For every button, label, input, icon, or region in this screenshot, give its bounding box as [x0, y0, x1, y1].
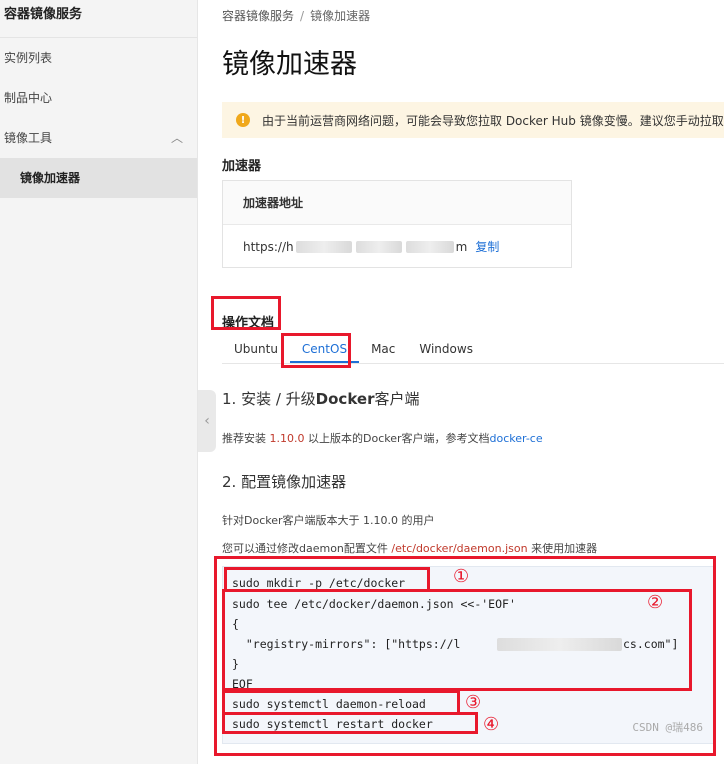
app: 容器镜像服务 实例列表 制品中心 镜像工具 ︿ 镜像加速器 ‹ 容器镜像服务 / 镜… — [0, 0, 724, 764]
daemon-json-path: /etc/docker/daemon.json — [391, 542, 528, 555]
step1-heading-rest: 客户端 — [374, 390, 420, 408]
step2-line2: 您可以通过修改daemon配置文件 /etc/docker/daemon.jso… — [222, 540, 597, 556]
sidebar: 容器镜像服务 实例列表 制品中心 镜像工具 ︿ 镜像加速器 — [0, 0, 198, 764]
copy-link[interactable]: 复制 — [475, 238, 499, 255]
annotation-number-3: ③ — [465, 692, 482, 713]
step2-line2-pre: 您可以通过修改daemon配置文件 — [222, 542, 392, 555]
breadcrumb-current: 镜像加速器 — [310, 9, 371, 23]
accelerator-address-row: https://h m 复制 — [223, 225, 571, 268]
sidebar-collapse-handle[interactable]: ‹ — [198, 390, 216, 452]
annotation-number-2: ② — [647, 592, 664, 613]
step1-text-pre: 推荐安装 — [222, 432, 270, 445]
sidebar-title: 容器镜像服务 — [0, 0, 197, 38]
step2-line1: 针对Docker客户端版本大于 1.10.0 的用户 — [222, 514, 435, 527]
accelerator-card: 加速器地址 https://h m 复制 — [222, 180, 572, 268]
step1-text-mid: 以上版本的Docker客户端，参考文档 — [304, 432, 490, 445]
accelerator-url-prefix: https://h — [243, 239, 294, 254]
sidebar-item-instances[interactable]: 实例列表 — [0, 38, 197, 78]
accelerator-url-suffix: m — [455, 239, 468, 254]
sidebar-item-label: 制品中心 — [4, 91, 53, 105]
annotation-number-4: ④ — [483, 714, 500, 735]
breadcrumb-root[interactable]: 容器镜像服务 — [222, 9, 294, 23]
page-title: 镜像加速器 — [222, 49, 357, 80]
sidebar-item-label: 镜像加速器 — [20, 171, 81, 185]
sidebar-group-image-tools[interactable]: 镜像工具 ︿ — [0, 118, 197, 158]
annotation-box-centos-tab — [281, 333, 351, 368]
accelerator-section-label: 加速器 — [222, 159, 262, 174]
accelerator-card-header: 加速器地址 — [223, 181, 571, 225]
tab-mac[interactable]: Mac — [359, 336, 407, 363]
step1-heading-bold: Docker — [315, 390, 375, 408]
chevron-left-icon: ‹ — [204, 413, 210, 429]
breadcrumb: 容器镜像服务 / 镜像加速器 — [222, 7, 370, 24]
warning-icon: ! — [236, 113, 250, 127]
warning-alert: ! 由于当前运营商网络问题，可能会导致您拉取 Docker Hub 镜像变慢。建… — [222, 102, 724, 138]
sidebar-item-artifacts[interactable]: 制品中心 — [0, 78, 197, 118]
annotation-box-step-2 — [222, 589, 692, 691]
sidebar-item-label: 镜像工具 — [4, 131, 53, 145]
step1-text: 推荐安装 1.10.0 以上版本的Docker客户端，参考文档docker-ce — [222, 430, 543, 446]
tab-ubuntu[interactable]: Ubuntu — [222, 336, 290, 363]
annotation-box-docs-label — [211, 296, 281, 330]
alert-text: 由于当前运营商网络问题，可能会导致您拉取 Docker Hub 镜像变慢。建议您… — [262, 113, 724, 128]
redacted-block — [295, 240, 352, 253]
step1-heading: 1. 安装 / 升级Docker客户端 — [222, 388, 419, 409]
sidebar-item-label: 实例列表 — [4, 51, 53, 65]
step2-line2-post: 来使用加速器 — [527, 542, 598, 555]
redacted-block — [405, 240, 454, 253]
docker-ce-link[interactable]: docker-ce — [490, 432, 543, 445]
redacted-block — [355, 240, 402, 253]
step2-heading: 2. 配置镜像加速器 — [222, 473, 347, 491]
annotation-box-step-4 — [222, 712, 478, 734]
tab-windows[interactable]: Windows — [407, 336, 485, 363]
annotation-number-1: ① — [453, 566, 470, 587]
sidebar-item-image-accelerator[interactable]: 镜像加速器 — [0, 158, 197, 198]
step1-heading-num: 1. 安装 / 升级 — [222, 390, 316, 408]
chevron-up-icon: ︿ — [170, 131, 183, 145]
breadcrumb-separator: / — [300, 9, 305, 23]
step1-version: 1.10.0 — [269, 432, 305, 445]
